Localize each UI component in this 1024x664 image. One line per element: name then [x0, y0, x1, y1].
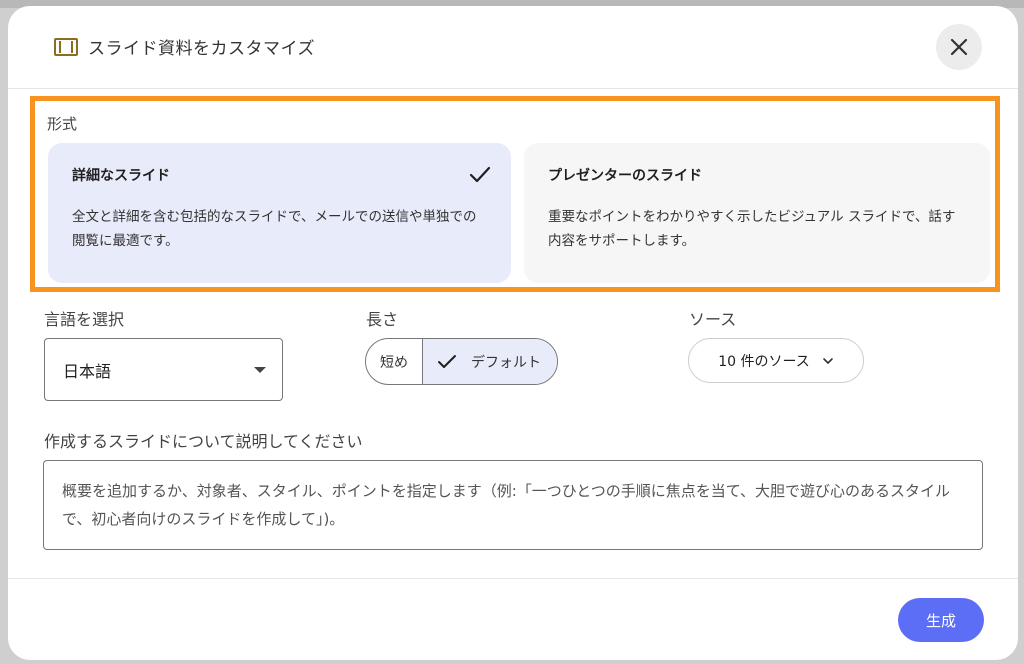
source-count: 10 件のソース	[718, 353, 810, 370]
description-label: 作成するスライドについて説明してください	[44, 432, 363, 451]
generate-button[interactable]: 生成	[898, 598, 984, 642]
chevron-down-icon	[822, 357, 833, 364]
close-icon	[950, 38, 968, 56]
format-option-description: 全文と詳細を含む包括的なスライドで、メールでの送信や単独での閲覧に最適です。	[72, 209, 477, 249]
format-option-title: プレゼンターのスライド	[548, 168, 702, 184]
language-value: 日本語	[63, 361, 112, 381]
description-textarea[interactable]: 概要を追加するか、対象者、スタイル、ポイントを指定します（例:「一つひとつの手順…	[43, 460, 983, 550]
dialog-title: スライド資料をカスタマイズ	[88, 39, 315, 59]
format-option-description: 重要なポイントをわかりやすく示したビジュアル スライドで、話す内容をサポートしま…	[548, 209, 956, 249]
source-label: ソース	[689, 310, 737, 329]
source-selector-button[interactable]: 10 件のソース	[688, 338, 864, 383]
format-option-presenter[interactable]: プレゼンターのスライド 重要なポイントをわかりやすく示したビジュアル スライドで…	[524, 143, 990, 283]
footer-divider	[8, 578, 1018, 579]
dropdown-caret-icon	[254, 367, 266, 373]
length-option-short[interactable]: 短め	[366, 339, 423, 384]
customize-slides-dialog: スライド資料をカスタマイズ 形式 詳細なスライド 全文と詳細を含む包括的なスライ…	[8, 6, 1018, 660]
format-label: 形式	[47, 115, 78, 133]
description-placeholder: 概要を追加するか、対象者、スタイル、ポイントを指定します（例:「一つひとつの手順…	[62, 482, 950, 528]
check-icon	[438, 354, 456, 368]
format-option-title: 詳細なスライド	[72, 168, 170, 184]
length-label: 長さ	[366, 310, 399, 329]
language-label: 言語を選択	[44, 310, 125, 329]
close-button[interactable]	[936, 24, 982, 70]
slides-icon	[54, 38, 78, 56]
format-section: 形式 詳細なスライド 全文と詳細を含む包括的なスライドで、メールでの送信や単独で…	[30, 96, 1000, 292]
dialog-header: スライド資料をカスタマイズ	[8, 6, 1018, 88]
length-toggle-group: 短め デフォルト	[365, 338, 558, 385]
format-option-detailed[interactable]: 詳細なスライド 全文と詳細を含む包括的なスライドで、メールでの送信や単独での閲覧…	[48, 143, 511, 283]
length-option-default[interactable]: デフォルト	[423, 339, 557, 384]
check-icon	[469, 166, 491, 183]
language-select[interactable]: 日本語	[44, 338, 283, 401]
header-divider	[8, 88, 1018, 89]
